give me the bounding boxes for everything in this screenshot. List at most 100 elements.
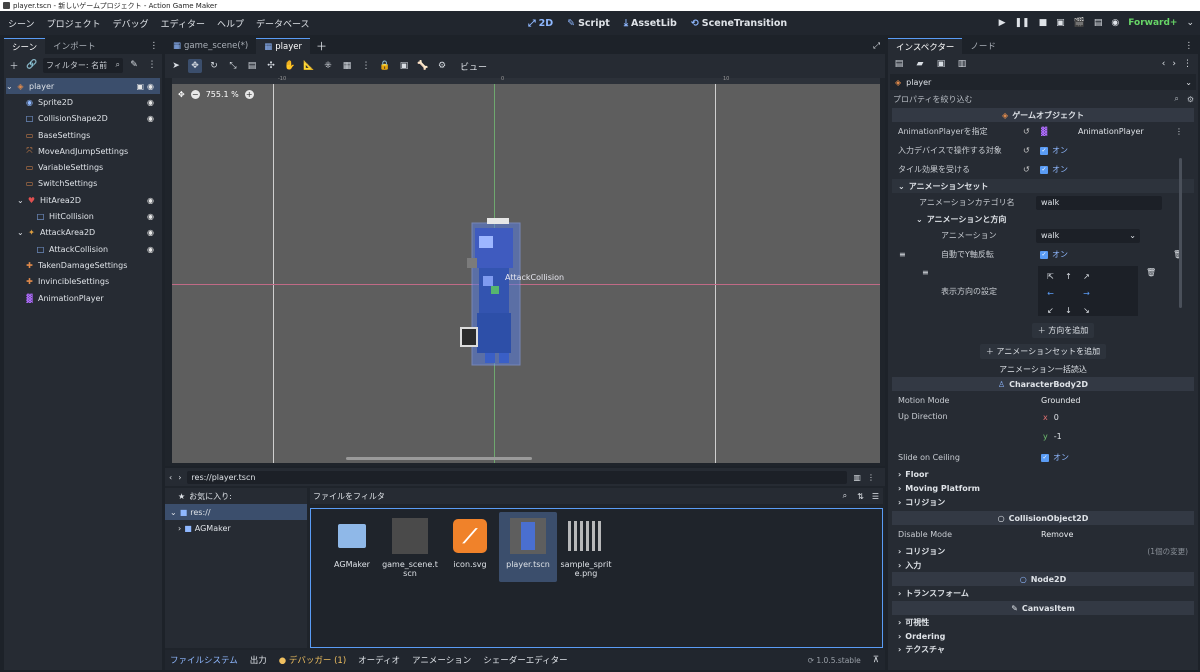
grid-snap-icon[interactable]: ▦ [340,59,354,73]
anim-dir-header[interactable]: ⌄ アニメーションと方向 [892,212,1194,226]
scene-node-moveandjumpsettings[interactable]: ⤧ MoveAndJumpSettings [6,143,160,159]
renderer-selector[interactable]: Forward+ [1128,18,1177,28]
input-target-toggle[interactable]: ✓ オン [1040,145,1068,156]
menu-item[interactable]: シーン [8,17,35,30]
drag-handle-icon[interactable]: ≡ [922,268,929,277]
section-canvasitem[interactable]: ✎ CanvasItem [892,601,1194,615]
group-moving-platform[interactable]: › Moving Platform [892,481,1194,495]
tab-animation[interactable]: アニメーション [412,654,471,666]
tab-game-scene[interactable]: ▦ game_scene(*) [165,38,256,54]
dock-menu-icon[interactable]: ⋮ [1185,41,1194,51]
revert-icon[interactable]: ↺ [1023,165,1030,174]
section-collisionobject[interactable]: ○ CollisionObject2D [892,511,1194,525]
chevron-down-icon[interactable]: ⌄ [1186,18,1194,28]
list-view-icon[interactable]: ☰ [872,492,879,501]
snap-options-icon[interactable]: ⋮ [359,59,373,73]
sort-icon[interactable]: ⇅ [857,492,864,501]
group-ordering[interactable]: › Ordering [892,629,1194,643]
scene-node-attackcollision[interactable]: □ AttackCollision ◉ [6,241,160,257]
pan-tool-icon[interactable]: ✋ [283,59,297,73]
file-item[interactable]: AGMaker [323,512,381,582]
section-characterbody[interactable]: ♙ CharacterBody2D [892,377,1194,391]
more-icon[interactable]: ⋮ [867,473,875,482]
tab-debugger[interactable]: ● デバッガー (1) [279,654,346,666]
movie-icon[interactable]: ◉ [1111,18,1119,28]
inspector-scrollbar[interactable] [1179,158,1182,308]
history-forward-icon[interactable]: › [1172,59,1176,69]
scene-node-attackarea2d[interactable]: ⌄ ✦ AttackArea2D ◉ [6,225,160,241]
node-selector[interactable]: ◈ player ⌄ [890,74,1196,90]
menu-item[interactable]: データベース [256,17,310,30]
tab-inspector[interactable]: インスペクター [888,38,963,54]
zoom-level[interactable]: 755.1 % [206,90,239,99]
player-sprite[interactable] [457,218,537,368]
more-icon[interactable]: ⋮ [145,58,159,72]
visibility-eye-icon[interactable]: ◉ [147,212,154,221]
horizontal-scrollbar[interactable] [346,457,532,460]
motion-mode-select[interactable]: Grounded [1041,396,1080,405]
list-select-icon[interactable]: ▤ [245,59,259,73]
scene-node-collisionshape2d[interactable]: □ CollisionShape2D ◉ [6,111,160,127]
revert-icon[interactable]: ↺ [1023,127,1030,136]
scene-node-invinciblesettings[interactable]: ✚ InvincibleSettings [6,274,160,290]
dir-up-left-icon[interactable]: ⇱ [1042,268,1059,284]
skeleton-icon[interactable]: 🦴 [416,59,430,73]
center-view-icon[interactable]: ✥ [178,90,185,99]
visibility-eye-icon[interactable]: ◉ [147,228,154,237]
play-scene-icon[interactable]: 🎬 [1074,18,1085,28]
path-input[interactable]: res://player.tscn [187,470,848,484]
tab-output[interactable]: 出力 [250,654,267,666]
pin-icon[interactable]: ⊼ [873,655,879,665]
chevron-down-icon[interactable]: ⌄ [17,228,25,237]
stop-icon[interactable]: ■ [1039,18,1048,28]
history-back-icon[interactable]: ‹ [1162,59,1166,69]
up-y-input[interactable]: y -1 [1038,429,1183,443]
select-tool-icon[interactable]: ➤ [169,59,183,73]
file-item[interactable]: game_scene.tscn [381,512,439,582]
workspace-scenetransition[interactable]: ⟲ SceneTransition [691,18,787,29]
remote-debug-icon[interactable]: ▣ [1056,18,1065,28]
scene-node-sprite2d[interactable]: ◉ Sprite2D ◉ [6,94,160,110]
scale-tool-icon[interactable]: ⤡ [226,59,240,73]
bone-icon[interactable]: ⚙ [435,59,449,73]
rotate-tool-icon[interactable]: ↻ [207,59,221,73]
drag-handle-icon[interactable]: ≡ [899,250,906,259]
fullscreen-icon[interactable]: ⤢ [873,41,880,51]
group-texture[interactable]: › テクスチャ [892,643,1194,656]
tab-node[interactable]: ノード [962,38,1004,54]
lock-icon[interactable]: 🔒 [378,59,392,73]
up-x-input[interactable]: x0 [1038,410,1183,424]
workspace-script[interactable]: ✎ Script [567,18,610,29]
tile-effect-toggle[interactable]: ✓ オン [1040,164,1068,175]
dir-down-right-icon[interactable]: ↘ [1078,302,1095,318]
dir-up-icon[interactable]: ↑ [1060,268,1077,284]
history-icon[interactable]: ⋮ [1183,59,1192,69]
new-tab-icon[interactable]: ＋ [316,38,327,54]
zoom-in-icon[interactable]: + [244,90,254,99]
pivot-icon[interactable]: ✣ [264,59,278,73]
open-folder-icon[interactable]: ▰ [913,57,927,71]
more-icon[interactable]: ⋮ [1175,127,1183,136]
view-menu[interactable]: ビュー [460,60,487,73]
extra-icon[interactable]: ▥ [955,57,969,71]
filter-options-icon[interactable]: ⚙ [1187,95,1194,104]
animplayer-value[interactable]: AnimationPlayer [1078,127,1144,136]
visibility-eye-icon[interactable]: ◉ [147,98,154,107]
scene-node-variablesettings[interactable]: ▭ VariableSettings [6,159,160,175]
scene-filter-input[interactable]: フィルター: 名前 ⌕ [43,57,123,73]
workspace-2d[interactable]: ⤢ 2D [528,18,553,29]
tab-scene[interactable]: シーン [4,38,46,54]
group-input[interactable]: › 入力 [892,558,1194,572]
smart-snap-icon[interactable]: ⁜ [321,59,335,73]
visibility-eye-icon[interactable]: ◉ [147,82,154,91]
dir-down-icon[interactable]: ↓ [1060,302,1077,318]
tab-shader-editor[interactable]: シェーダーエディター [483,654,567,666]
group-floor[interactable]: › Floor [892,467,1194,481]
section-gameobject[interactable]: ◈ ゲームオブジェクト [892,108,1194,122]
animset-header[interactable]: ⌄ アニメーションセット [892,179,1194,193]
visibility-eye-icon[interactable]: ◉ [147,245,154,254]
section-node2d[interactable]: ○ Node2D [892,572,1194,586]
scene-node-animationplayer[interactable]: ▓ AnimationPlayer [6,290,160,306]
slide-ceiling-toggle[interactable]: ✓ オン [1041,452,1069,463]
delete-icon[interactable]: 🗑 [1146,268,1156,277]
